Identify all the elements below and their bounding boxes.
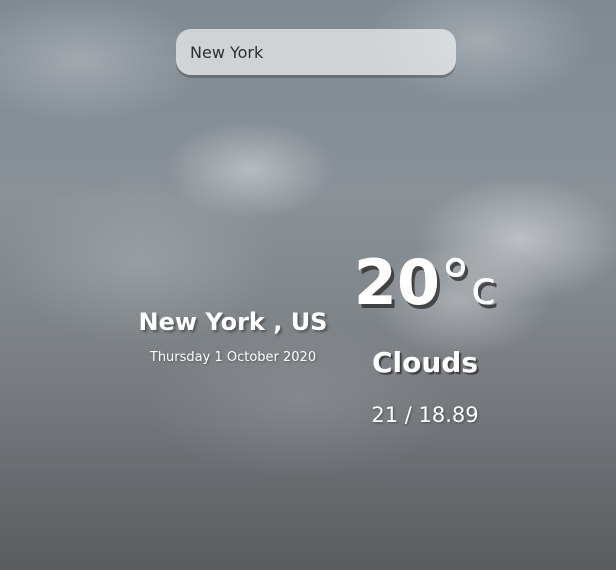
degree-symbol: ° [439,246,471,319]
weather-app: New York , US Thursday 1 October 2020 20… [0,0,616,570]
weather-condition: Clouds [371,346,479,379]
search-box[interactable] [176,29,456,75]
temperature-unit: c [470,261,497,315]
temperature: 20°c [325,240,525,331]
city-name: New York , US [138,308,328,336]
location-box: New York , US Thursday 1 October 2020 [118,306,348,366]
current-date: Thursday 1 October 2020 [149,350,317,365]
temperature-value: 20 [353,246,440,319]
search-input[interactable] [190,42,442,62]
min-max-temperature: 21 / 18.89 [371,403,479,427]
weather-box: 20°c Clouds 21 / 18.89 [325,240,525,429]
